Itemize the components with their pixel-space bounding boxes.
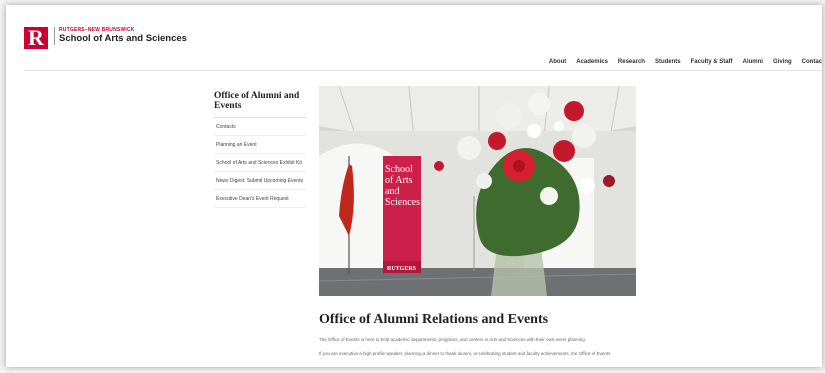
sidebar-item-event-request[interactable]: Executive Dean's Event Request (214, 190, 306, 208)
svg-text:RUTGERS: RUTGERS (387, 266, 417, 272)
sidebar-title: Office of Alumni and Events (214, 91, 306, 118)
svg-text:and: and (385, 186, 399, 197)
rutgers-r-logo: R (24, 27, 48, 49)
nav-item-faculty-staff[interactable]: Faculty & Staff (691, 59, 733, 65)
nav-item-research[interactable]: Research (618, 59, 645, 65)
main-nav: About Academics Research Students Facult… (549, 59, 822, 65)
sidebar-item-planning-an-event[interactable]: Planning an Event (214, 136, 306, 154)
sidebar-item-exhibit-kit[interactable]: School of Arts and Sciences Exhibit Kit (214, 154, 306, 172)
svg-text:School: School (385, 164, 413, 175)
nav-item-about[interactable]: About (549, 59, 566, 65)
sidebar-nav: Office of Alumni and Events Contacts Pla… (214, 91, 306, 208)
nav-item-students[interactable]: Students (655, 59, 681, 65)
body-paragraph: If you are executive a high profile spea… (319, 351, 611, 356)
logo-text-block: RUTGERS–NEW BRUNSWICK School of Arts and… (54, 27, 187, 45)
nav-item-giving[interactable]: Giving (773, 59, 792, 65)
nav-item-alumni[interactable]: Alumni (743, 59, 763, 65)
header-divider (24, 70, 822, 71)
sidebar-item-news-digest[interactable]: News Digest: Submit Upcoming Events (214, 172, 306, 190)
nav-item-contact[interactable]: Contac (802, 59, 822, 65)
hero-photo: School of Arts and Sciences RUTGERS (319, 86, 636, 296)
svg-text:Sciences: Sciences (385, 197, 420, 208)
nav-item-academics[interactable]: Academics (576, 59, 608, 65)
sidebar-item-contacts[interactable]: Contacts (214, 118, 306, 136)
browser-page: R RUTGERS–NEW BRUNSWICK School of Arts a… (6, 5, 822, 367)
site-logo[interactable]: R RUTGERS–NEW BRUNSWICK School of Arts a… (24, 27, 187, 49)
page-title: Office of Alumni Relations and Events (319, 312, 549, 327)
logo-title: School of Arts and Sciences (59, 33, 187, 44)
intro-paragraph: The Office of Events is here to help aca… (319, 337, 587, 342)
svg-text:of Arts: of Arts (385, 175, 413, 186)
